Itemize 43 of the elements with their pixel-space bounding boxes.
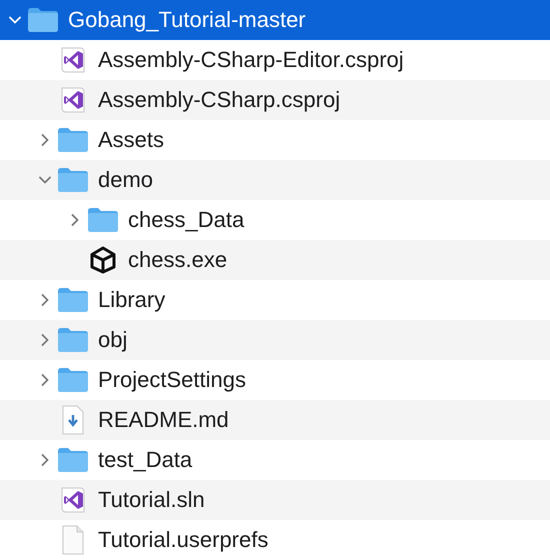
disclosure-icon[interactable] [69,214,81,226]
folder-icon [27,7,59,33]
file-name: demo [98,167,154,193]
document-download-icon [61,405,85,435]
disclosure-icon[interactable] [39,294,51,306]
disclosure-icon[interactable] [39,174,51,186]
file-name: Tutorial.sln [98,487,205,513]
file-row[interactable]: demo [0,160,550,200]
disclosure-icon[interactable] [39,134,51,146]
file-name: obj [98,327,128,353]
file-row[interactable]: Gobang_Tutorial-master [0,0,550,40]
folder-icon [57,287,89,313]
file-name: Gobang_Tutorial-master [68,7,306,33]
file-name: Assets [98,127,164,153]
file-name: test_Data [98,447,192,473]
disclosure-icon[interactable] [39,454,51,466]
file-row[interactable]: chess.exe [0,240,550,280]
folder-icon [57,127,89,153]
file-row[interactable]: Assembly-CSharp.csproj [0,80,550,120]
folder-icon [57,447,89,473]
folder-icon [57,367,89,393]
disclosure-icon[interactable] [9,14,21,26]
file-row[interactable]: Tutorial.sln [0,480,550,520]
file-name: Assembly-CSharp-Editor.csproj [98,47,404,73]
disclosure-icon[interactable] [39,334,51,346]
file-name: Assembly-CSharp.csproj [98,87,340,113]
file-name: Tutorial.userprefs [98,527,268,553]
folder-icon [87,207,119,233]
visual-studio-icon [60,85,86,115]
disclosure-icon[interactable] [39,374,51,386]
visual-studio-icon [60,45,86,75]
file-row[interactable]: README.md [0,400,550,440]
visual-studio-icon [60,485,86,515]
folder-icon [57,167,89,193]
file-name: README.md [98,407,229,433]
file-name: Library [98,287,166,313]
file-name: ProjectSettings [98,367,246,393]
file-name: chess.exe [128,247,228,273]
cube-logo-icon [89,246,117,274]
file-row[interactable]: obj [0,320,550,360]
folder-icon [57,327,89,353]
document-icon [61,525,85,555]
file-name: chess_Data [128,207,244,233]
